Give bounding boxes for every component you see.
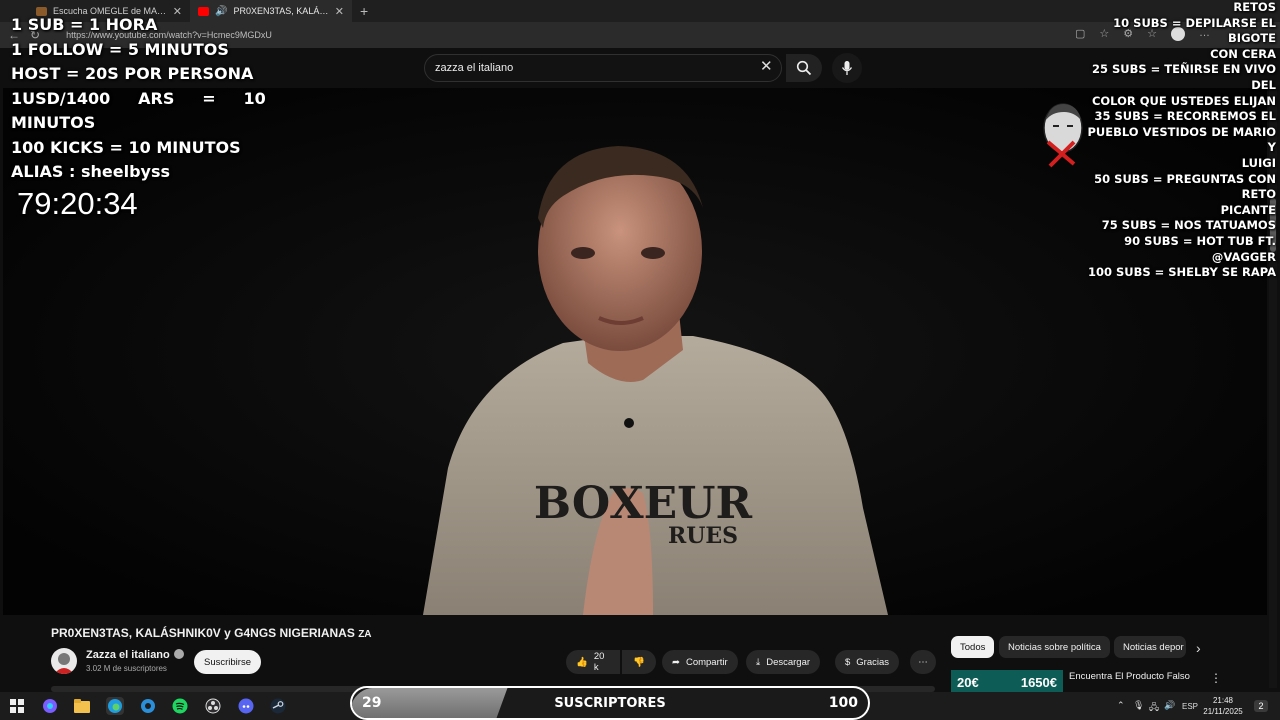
thumbs-up-icon: 👍	[576, 656, 588, 668]
challenge-line: 100 SUBS = SHELBY SE RAPA	[1087, 265, 1276, 280]
language-indicator[interactable]: ESP	[1182, 702, 1198, 711]
like-count: 20 k	[593, 651, 605, 673]
search-button[interactable]	[786, 54, 822, 82]
copilot-icon[interactable]	[41, 697, 59, 715]
rule-line: 1USD/1400 ARS = 10	[11, 88, 266, 108]
challenges-overlay: RETOS 10 SUBS = DEPILARSE EL BIGOTE CON …	[1076, 0, 1276, 281]
edge-dev-icon[interactable]	[139, 697, 157, 715]
video-title: PR0XEN3TAS, KALÁSHNIK0V y G4NGS NIGERIAN…	[51, 626, 372, 640]
challenge-line: PICANTE	[1220, 202, 1276, 217]
challenge-line: 90 SUBS = HOT TUB FT. @VAGGER	[1124, 233, 1276, 264]
mic-tray-icon[interactable]: 🎙	[1133, 700, 1144, 711]
subathon-timer: 79:20:34	[17, 185, 138, 221]
dislike-button[interactable]: 👎	[622, 650, 656, 674]
notifications-icon[interactable]: 2	[1252, 697, 1270, 715]
download-icon: ⤓	[756, 656, 761, 668]
clear-search-icon[interactable]: ✕	[760, 59, 773, 74]
search-input[interactable]: zazza el italiano	[424, 54, 782, 82]
thanks-icon: $	[845, 656, 851, 668]
stream-rules-overlay: 1 SUB = 1 HORA 1 FOLLOW = 5 MINUTOS HOST…	[11, 13, 266, 221]
new-tab-icon[interactable]: +	[352, 3, 376, 19]
goal-max: 100	[828, 695, 858, 711]
subscribe-button[interactable]: Suscribirse	[194, 650, 261, 674]
tab-close-icon[interactable]: ✕	[335, 5, 344, 18]
notification-count: 2	[1254, 700, 1268, 712]
challenge-line: RETOS	[1233, 0, 1276, 14]
challenge-line: 75 SUBS = NOS TATUAMOS	[1101, 218, 1276, 233]
discord-icon[interactable]	[237, 697, 255, 715]
clock-date: 21/11/2025	[1203, 707, 1243, 716]
shirt-logo-text: BOXEUR	[534, 478, 753, 529]
channel-name-text: Zazza el italiano	[86, 649, 170, 661]
challenge-line: 50 SUBS = PREGUNTAS CON RETO	[1094, 171, 1276, 202]
thanks-button[interactable]: $ Gracias	[835, 650, 900, 674]
channel-name[interactable]: Zazza el italiano	[86, 649, 184, 661]
chevron-right-icon[interactable]: ›	[1196, 640, 1201, 656]
rule-line: 100 KICKS = 10 MINUTOS	[11, 137, 241, 157]
download-button[interactable]: ⤓ Descargar	[746, 650, 821, 674]
ad-price-new: 1650€	[1020, 674, 1057, 690]
steam-icon[interactable]	[269, 697, 287, 715]
face-sticker-icon	[1043, 103, 1083, 168]
rule-line: 1 SUB = 1 HORA	[11, 15, 158, 34]
challenge-line: CON CERA	[1210, 46, 1276, 61]
chip-politics[interactable]: Noticias sobre política	[999, 636, 1110, 658]
verified-badge-icon	[173, 649, 184, 659]
rule-line: HOST = 20S POR PERSONA	[11, 64, 254, 83]
screen: Escucha OMEGLE de MARTE | Di ✕ 🔊 PR0XEN3…	[0, 0, 1280, 720]
network-icon[interactable]: 🖧	[1149, 700, 1159, 716]
rule-line: ALIAS : sheelbyss	[11, 162, 171, 181]
more-actions-button[interactable]: ⋯	[910, 650, 936, 674]
ad-thumbnail[interactable]: 20€ 1650€	[951, 670, 1063, 694]
file-explorer-icon[interactable]	[73, 697, 91, 715]
challenge-line: PUEBLO VESTIDOS DE MARIO Y	[1087, 124, 1276, 155]
challenge-line: 35 SUBS = RECORREMOS EL	[1094, 109, 1276, 124]
thanks-label: Gracias	[856, 656, 890, 668]
search-icon	[796, 60, 812, 76]
chip-sports[interactable]: Noticias depor	[1114, 636, 1186, 658]
edge-browser-icon[interactable]	[106, 697, 124, 715]
volume-icon[interactable]: 🔊	[1164, 700, 1175, 711]
challenge-line: LUIGI	[1241, 155, 1276, 170]
windows-start-icon[interactable]	[8, 697, 26, 715]
share-icon: ➦	[672, 656, 680, 668]
challenge-line: 10 SUBS = DEPILARSE EL BIGOTE	[1113, 15, 1276, 46]
video-title-text: PR0XEN3TAS, KALÁSHNIK0V y G4NGS NIGERIAN…	[51, 626, 355, 640]
avatar-image-icon	[54, 653, 74, 674]
taskbar-clock[interactable]: 21:48 21/11/2025	[1200, 695, 1246, 717]
thumbs-down-icon: 👎	[633, 656, 645, 668]
like-button[interactable]: 👍 20 k	[566, 650, 620, 674]
goal-current: 29	[362, 695, 382, 711]
subscriber-goal-bar: SUSCRIPTORES 29 100	[350, 686, 870, 720]
voice-search-button[interactable]	[832, 53, 862, 83]
goal-label: SUSCRIPTORES	[554, 696, 666, 711]
share-label: Compartir	[685, 656, 728, 668]
challenge-line: 25 SUBS = TEÑIRSE EN VIVO DEL	[1091, 62, 1276, 92]
more-vertical-icon[interactable]: ⋮	[1210, 671, 1222, 685]
chip-all[interactable]: Todos	[951, 636, 995, 658]
shirt-logo-subtext: RUES	[668, 523, 738, 549]
share-button[interactable]: ➦ Compartir	[662, 650, 738, 674]
microphone-icon	[841, 61, 853, 75]
ad-title[interactable]: Encuentra El Producto Falso	[1069, 671, 1190, 682]
channel-avatar[interactable]	[51, 648, 77, 674]
subscriber-count: 3.02 M de suscriptores	[86, 664, 167, 673]
rule-line: MINUTOS	[11, 113, 96, 132]
rule-line: 1 FOLLOW = 5 MINUTOS	[11, 39, 229, 59]
clock-time: 21:48	[1212, 696, 1234, 705]
video-title-suffix: ZA	[358, 629, 372, 640]
tray-chevron-icon[interactable]: ⌃	[1117, 700, 1125, 711]
challenge-line: COLOR QUE USTEDES ELIJAN	[1091, 93, 1276, 108]
tab-title: PR0XEN3TAS, KALÁSHNIK0V y	[233, 6, 328, 16]
obs-icon[interactable]	[204, 697, 222, 715]
download-label: Descargar	[766, 656, 811, 668]
spotify-icon[interactable]	[171, 697, 189, 715]
more-horizontal-icon: ⋯	[918, 656, 928, 668]
ad-price-old: 20€	[957, 674, 979, 690]
